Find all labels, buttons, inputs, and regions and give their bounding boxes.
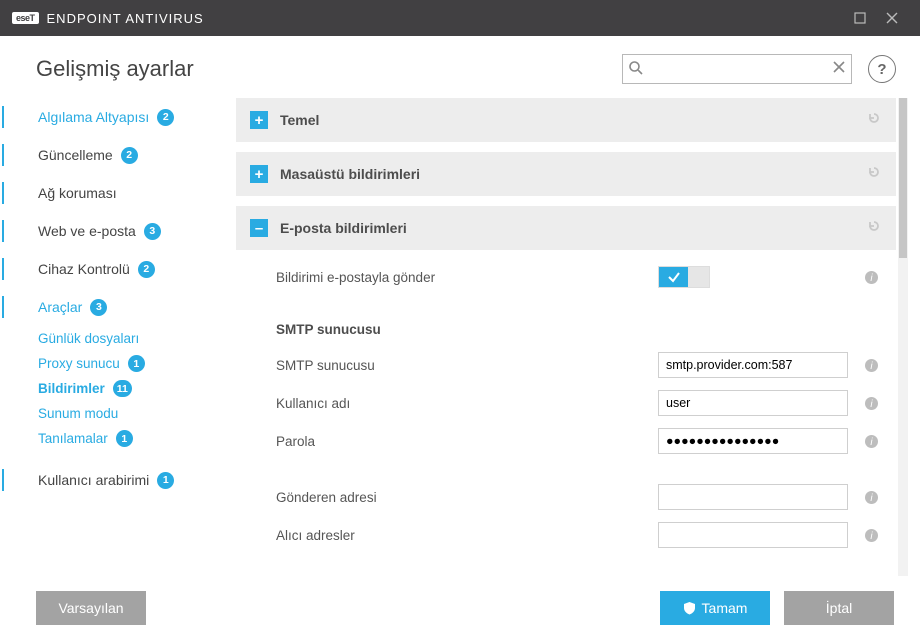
sidebar-subitem-presentation-mode[interactable]: Sunum modu [32,401,236,426]
section-header-basic[interactable]: + Temel [236,98,896,142]
sidebar-subitem-diagnostics[interactable]: Tanılamalar 1 [32,426,236,451]
sidebar: Algılama Altyapısı 2 Güncelleme 2 Ağ kor… [0,98,236,576]
sidebar-item-tools[interactable]: Araçlar 3 [32,288,236,326]
scrollbar-thumb[interactable] [899,98,907,258]
brand-badge: eseT [12,12,39,24]
field-label: SMTP sunucusu [276,358,658,373]
ok-button-label: Tamam [702,600,748,616]
page-title: Gelişmiş ayarlar [36,56,606,82]
content-scrollbar[interactable] [898,98,908,576]
toggle-send-by-email[interactable] [658,266,710,288]
help-button[interactable]: ? [868,55,896,83]
count-badge: 1 [157,472,174,489]
search-field [622,54,852,84]
check-icon [667,270,681,284]
sidebar-item-label: Proxy sunucu [38,356,120,371]
square-icon [854,12,866,24]
input-smtp-server[interactable] [658,352,848,378]
sidebar-item-network-protection[interactable]: Ağ koruması [32,174,236,212]
sidebar-item-label: Tanılamalar [38,431,108,446]
row-smtp-username: Kullanıcı adı i [236,384,896,422]
count-badge: 2 [121,147,138,164]
sidebar-item-web-email[interactable]: Web ve e-posta 3 [32,212,236,250]
row-smtp-server: SMTP sunucusu i [236,346,896,384]
sidebar-item-user-interface[interactable]: Kullanıcı arabirimi 1 [32,461,236,499]
input-from-address[interactable] [658,484,848,510]
field-label: Kullanıcı adı [276,396,658,411]
sidebar-item-label: Cihaz Kontrolü [38,261,130,277]
row-smtp-password: Parola i [236,422,896,460]
content-pane: + Temel + Masaüstü bildirimleri – E-post… [236,98,908,576]
sidebar-item-label: Ağ koruması [38,185,117,201]
row-partial [236,572,896,576]
info-icon[interactable]: i [860,396,882,411]
count-badge: 3 [144,223,161,240]
info-icon[interactable]: i [860,490,882,505]
sidebar-item-label: Kullanıcı arabirimi [38,472,149,488]
brand-text: ENDPOINT ANTIVIRUS [47,11,204,26]
group-label: SMTP sunucusu [276,322,882,337]
revert-icon[interactable] [866,164,882,185]
collapse-icon: – [250,219,268,237]
row-recipient-addresses: Alıcı adresler i [236,516,896,554]
row-from-address: Gönderen adresi i [236,478,896,516]
count-badge: 1 [116,430,133,447]
app-window: eseT ENDPOINT ANTIVIRUS Gelişmiş ayarlar… [0,0,920,640]
close-icon [886,12,898,24]
sidebar-item-label: Sunum modu [38,406,118,421]
sidebar-subitem-proxy[interactable]: Proxy sunucu 1 [32,351,236,376]
header: Gelişmiş ayarlar ? [0,36,920,98]
shield-icon [683,601,696,615]
field-label: Alıcı adresler [276,528,658,543]
input-smtp-username[interactable] [658,390,848,416]
window-close-button[interactable] [876,0,908,36]
count-badge: 3 [90,299,107,316]
expand-icon: + [250,165,268,183]
section-header-email-notifications[interactable]: – E-posta bildirimleri [236,206,896,250]
sidebar-item-label: Güncelleme [38,147,113,163]
count-badge: 11 [113,380,132,397]
sidebar-item-label: Web ve e-posta [38,223,136,239]
clear-search-button[interactable] [832,60,846,79]
revert-icon[interactable] [866,110,882,131]
info-icon[interactable]: i [860,528,882,543]
titlebar: eseT ENDPOINT ANTIVIRUS [0,0,920,36]
section-title: Temel [280,112,854,128]
count-badge: 1 [128,355,145,372]
sidebar-subitem-notifications[interactable]: Bildirimler 11 [32,376,236,401]
count-badge: 2 [157,109,174,126]
field-label: Parola [276,434,658,449]
sidebar-item-label: Araçlar [38,299,82,315]
section-title: E-posta bildirimleri [280,220,854,236]
section-header-desktop-notifications[interactable]: + Masaüstü bildirimleri [236,152,896,196]
sidebar-item-update[interactable]: Güncelleme 2 [32,136,236,174]
sidebar-item-label: Günlük dosyaları [38,331,139,346]
field-label: Bildirimi e-postayla gönder [276,270,658,285]
info-icon[interactable]: i [860,434,882,449]
row-send-by-email: Bildirimi e-postayla gönder i [236,260,896,294]
window-maximize-button[interactable] [844,0,876,36]
section-title: Masaüstü bildirimleri [280,166,854,182]
cancel-button[interactable]: İptal [784,591,894,625]
input-smtp-password[interactable] [658,428,848,454]
sidebar-item-device-control[interactable]: Cihaz Kontrolü 2 [32,250,236,288]
input-recipient-addresses[interactable] [658,522,848,548]
sidebar-item-detection-engine[interactable]: Algılama Altyapısı 2 [32,98,236,136]
count-badge: 2 [138,261,155,278]
footer: Varsayılan Tamam İptal [0,576,920,640]
revert-icon[interactable] [866,218,882,239]
info-icon[interactable]: i [860,270,882,285]
info-icon[interactable]: i [860,358,882,373]
row-smtp-group: SMTP sunucusu [236,312,896,346]
sidebar-item-label: Algılama Altyapısı [38,109,149,125]
default-button[interactable]: Varsayılan [36,591,146,625]
field-label: Gönderen adresi [276,490,658,505]
sidebar-item-label: Bildirimler [38,381,105,396]
sidebar-subitem-log-files[interactable]: Günlük dosyaları [32,326,236,351]
expand-icon: + [250,111,268,129]
search-icon [628,60,644,81]
ok-button[interactable]: Tamam [660,591,770,625]
search-input[interactable] [622,54,852,84]
